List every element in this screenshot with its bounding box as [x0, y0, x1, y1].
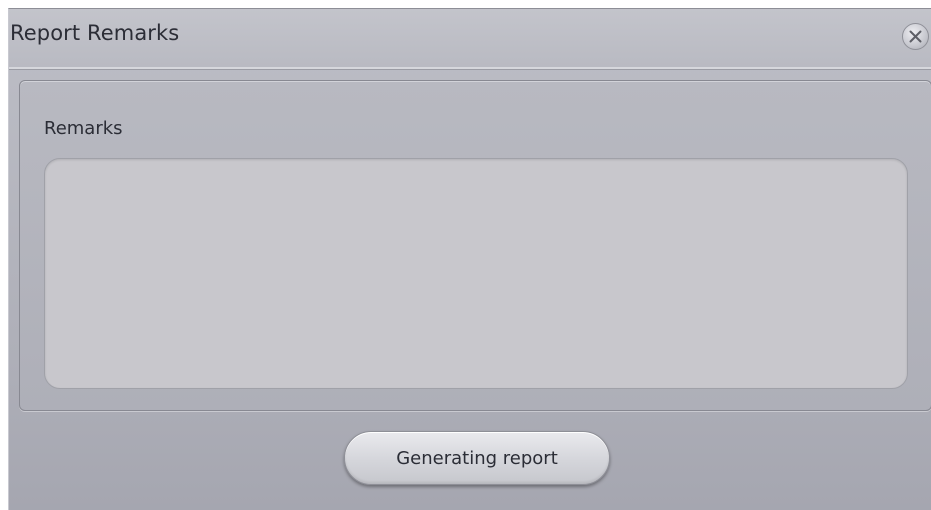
- dialog-title: Report Remarks: [10, 21, 180, 45]
- remarks-textarea[interactable]: [44, 158, 908, 389]
- dialog-titlebar: Report Remarks: [9, 9, 931, 69]
- generating-report-button[interactable]: Generating report: [344, 431, 610, 485]
- remarks-label: Remarks: [44, 118, 123, 139]
- close-button[interactable]: [902, 23, 929, 50]
- remarks-panel: Remarks: [19, 80, 931, 411]
- report-remarks-dialog: Report Remarks Remarks Generating report: [8, 8, 931, 510]
